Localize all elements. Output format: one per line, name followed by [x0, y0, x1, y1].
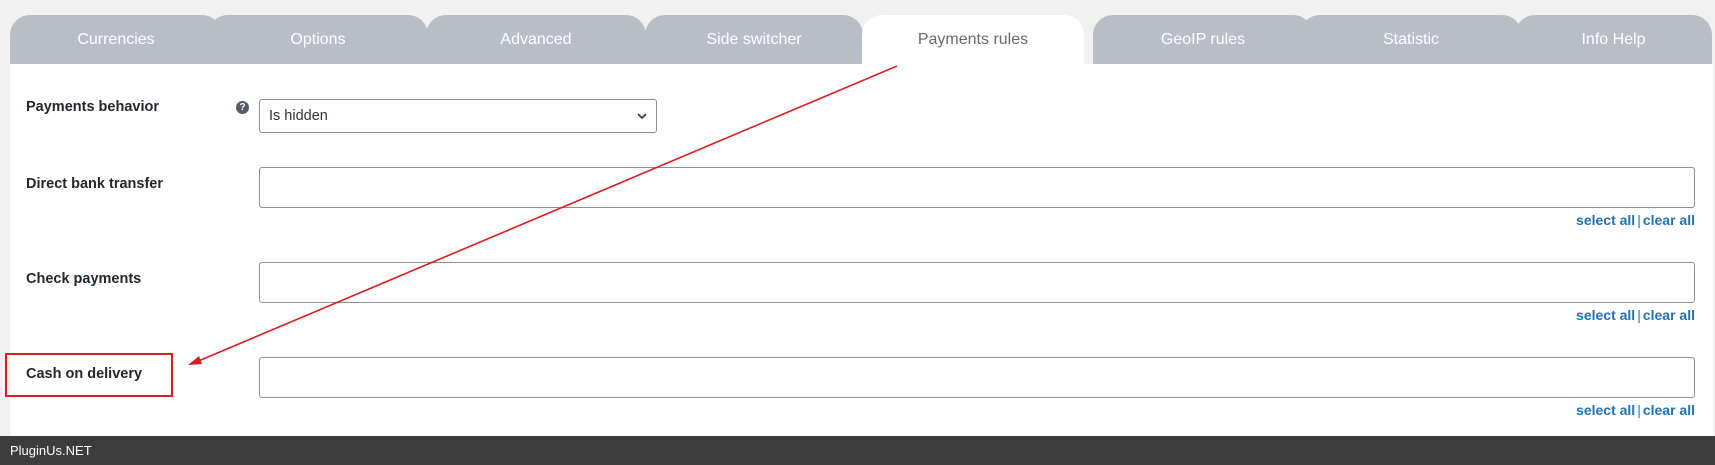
tab-bar: Currencies Options Advanced Side switche… — [0, 0, 1715, 64]
tab-statistic[interactable]: Statistic — [1300, 15, 1522, 64]
separator: | — [1637, 307, 1641, 323]
clear-all-link[interactable]: clear all — [1643, 307, 1695, 323]
check-payments-field[interactable] — [259, 262, 1695, 303]
footer-brand: PluginUs.NET — [10, 443, 92, 458]
highlight-box — [5, 353, 173, 397]
clear-all-link[interactable]: clear all — [1643, 402, 1695, 418]
select-all-link[interactable]: select all — [1576, 307, 1635, 323]
separator: | — [1637, 212, 1641, 228]
cash-on-delivery-field[interactable] — [259, 357, 1695, 398]
help-icon[interactable]: ? — [236, 101, 249, 114]
tab-side-switcher[interactable]: Side switcher — [645, 15, 863, 64]
direct-bank-transfer-label: Direct bank transfer — [26, 176, 163, 192]
tab-payments-rules[interactable]: Payments rules — [862, 15, 1084, 64]
payments-behavior-label: Payments behavior — [26, 99, 159, 115]
direct-bank-transfer-field[interactable] — [259, 167, 1695, 208]
check-payments-label: Check payments — [26, 271, 142, 287]
footer-bar: PluginUs.NET — [0, 436, 1715, 465]
tab-info-help[interactable]: Info Help — [1515, 15, 1712, 64]
select-all-link[interactable]: select all — [1576, 402, 1635, 418]
separator: | — [1637, 402, 1641, 418]
tab-geoip-rules[interactable]: GeoIP rules — [1093, 15, 1313, 64]
cash-on-delivery-actions: select all | clear all — [1576, 402, 1695, 418]
settings-panel: Payments behavior ? Is hidden Direct ban… — [10, 64, 1713, 436]
direct-bank-transfer-actions: select all | clear all — [1576, 212, 1695, 228]
tab-options[interactable]: Options — [208, 15, 428, 64]
select-all-link[interactable]: select all — [1576, 212, 1635, 228]
chevron-down-icon — [637, 113, 647, 120]
tab-currencies[interactable]: Currencies — [10, 15, 222, 64]
payments-behavior-value: Is hidden — [269, 108, 328, 124]
payments-behavior-select[interactable]: Is hidden — [259, 99, 657, 133]
clear-all-link[interactable]: clear all — [1643, 212, 1695, 228]
check-payments-actions: select all | clear all — [1576, 307, 1695, 323]
tab-advanced[interactable]: Advanced — [426, 15, 646, 64]
